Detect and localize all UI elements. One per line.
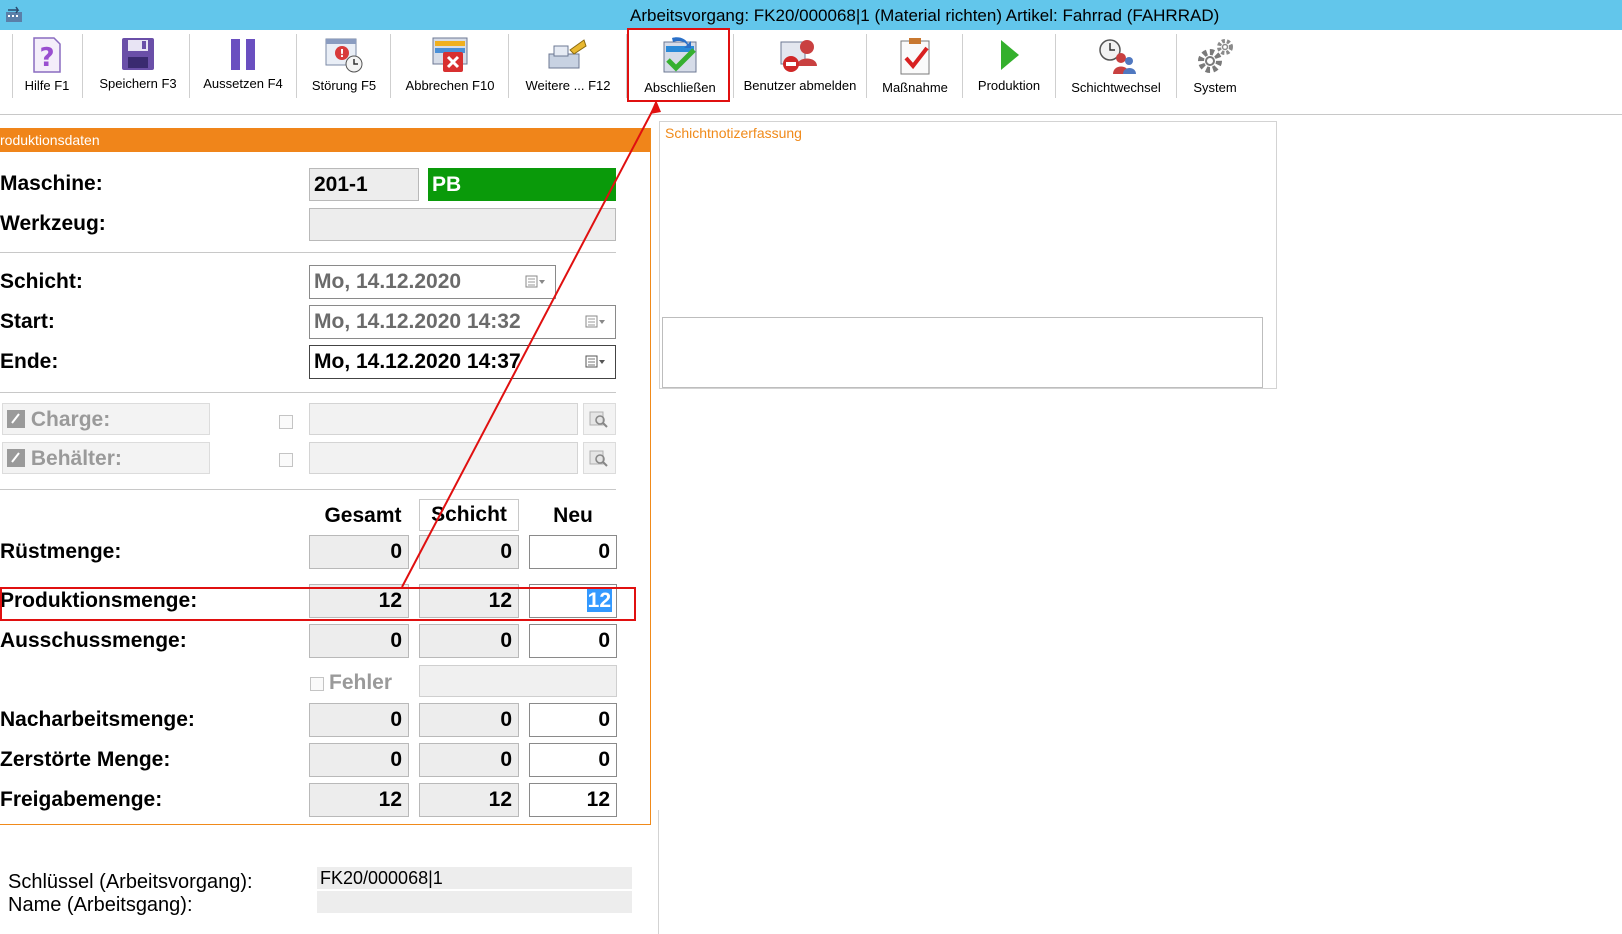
annotation-arrow [401, 100, 661, 588]
